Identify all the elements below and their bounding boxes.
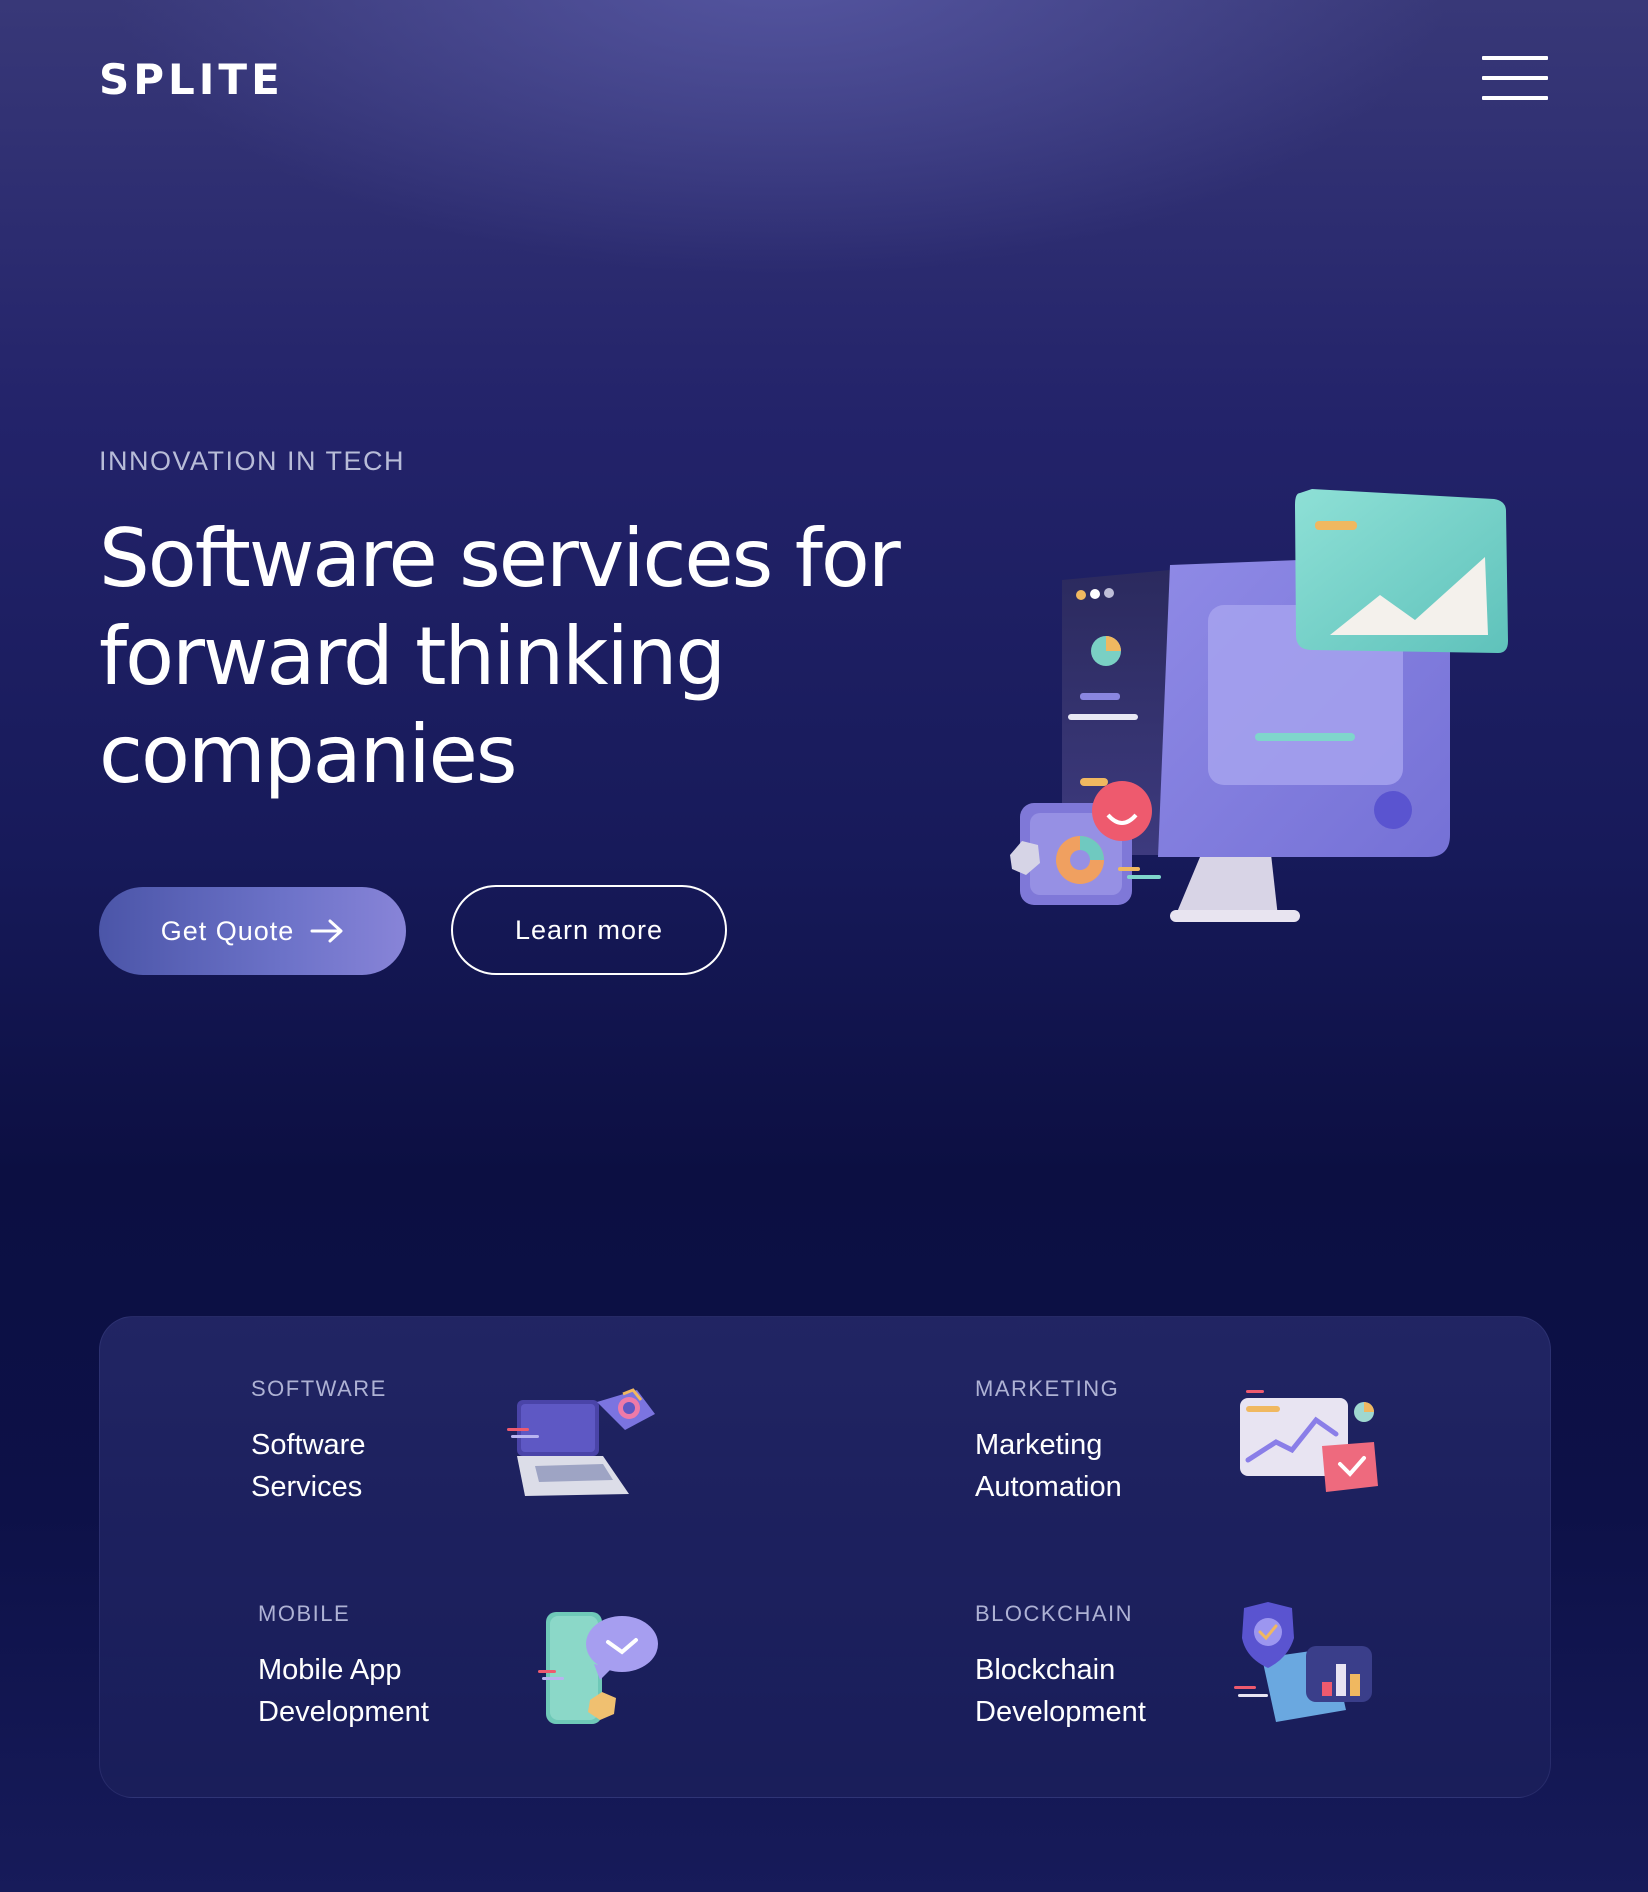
service-category: MARKETING [975,1376,1120,1401]
arrow-right-icon [310,919,343,943]
computer-monitor-illustration [1010,489,1508,922]
service-marketing[interactable]: MARKETING Marketing Automation [975,1376,1122,1508]
chart-window-icon [1240,1390,1378,1492]
service-software[interactable]: SOFTWARE Software Services [251,1376,387,1508]
hero-eyebrow: INNOVATION IN TECH [99,446,406,476]
get-quote-button[interactable]: Get Quote [99,887,406,975]
service-category: MOBILE [258,1601,351,1626]
service-title: Blockchain Development [975,1654,1146,1728]
logo[interactable]: SPLITE [99,56,284,104]
phone-icon [538,1612,658,1724]
laptop-icon [507,1388,655,1496]
service-blockchain[interactable]: BLOCKCHAIN Blockchain Development [975,1601,1146,1733]
hero-title: Software services for forward thinking c… [99,512,901,801]
service-category: SOFTWARE [251,1376,387,1401]
service-title: Software Services [251,1429,366,1503]
shield-blocks-icon [1234,1602,1372,1722]
service-title: Mobile App Development [258,1654,429,1728]
learn-more-button[interactable]: Learn more [451,885,727,975]
service-mobile[interactable]: MOBILE Mobile App Development [258,1601,429,1733]
service-category: BLOCKCHAIN [975,1601,1134,1626]
get-quote-label: Get Quote [160,915,295,946]
hamburger-menu-icon[interactable] [1482,52,1550,104]
learn-more-label: Learn more [514,914,664,945]
service-title: Marketing Automation [975,1429,1122,1503]
